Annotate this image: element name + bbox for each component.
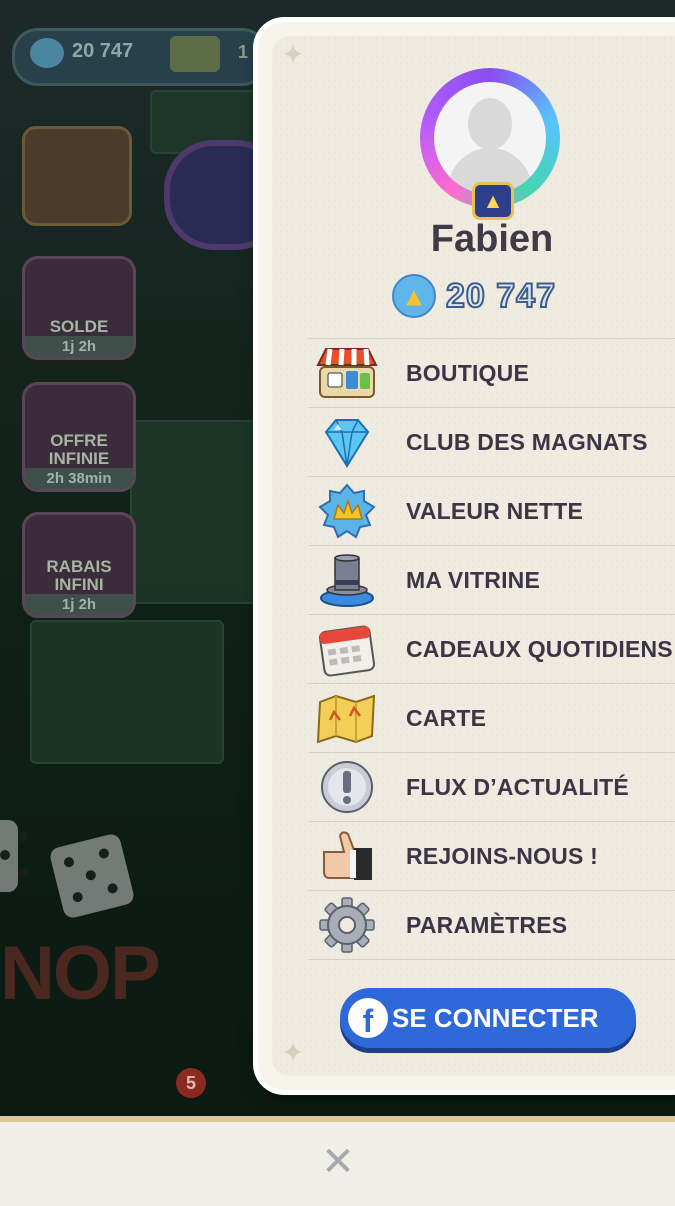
default-avatar-icon: [434, 82, 546, 194]
menu-item-settings[interactable]: PARAMÈTRES: [308, 890, 675, 960]
close-icon[interactable]: ✕: [318, 1140, 358, 1184]
menu-item-join-us[interactable]: REJOINS-NOUS !: [308, 821, 675, 890]
net-worth-value: 20 747: [445, 276, 556, 316]
net-worth-icon: ▲: [392, 274, 436, 318]
menu-label-tycoon-club: CLUB DES MAGNATS: [406, 429, 648, 455]
board-tile: [130, 420, 274, 604]
menu-list: BOUTIQUE CLUB DES MAGNATS VALEUR NETTE M…: [308, 338, 675, 960]
currency-value: 20 747: [72, 40, 134, 62]
menu-label-settings: PARAMÈTRES: [406, 912, 568, 938]
menu-label-daily-gifts: CADEAUX QUOTIDIENS: [406, 636, 673, 662]
menu-label-join-us: REJOINS-NOUS !: [406, 843, 598, 869]
menu-item-tycoon-club[interactable]: CLUB DES MAGNATS: [308, 407, 675, 476]
dice-count-partial: 1: [238, 42, 249, 62]
side-menu-body: ✦ ✦ ▲ Fabien ▲ 20 747 BOUTIQUE CLUB DES …: [272, 36, 675, 1076]
infinite-discount-timer: 1j 2h: [25, 594, 133, 615]
corner-ornament-icon: ✦: [281, 38, 305, 71]
menu-item-map[interactable]: CARTE: [308, 683, 675, 752]
board-tile: [30, 620, 224, 764]
menu-label-shop: BOUTIQUE: [406, 360, 529, 386]
menu-item-daily-gifts[interactable]: CADEAUX QUOTIDIENS: [308, 614, 675, 683]
sale-timer: 1j 2h: [25, 336, 133, 357]
side-menu-panel: ✦ ✦ ▲ Fabien ▲ 20 747 BOUTIQUE CLUB DES …: [258, 22, 675, 1090]
net-worth-display: ▲ 20 747: [392, 274, 556, 318]
infinite-discount-button[interactable]: RABAIS INFINI 1j 2h: [22, 512, 136, 618]
menu-label-showcase: MA VITRINE: [406, 567, 541, 593]
infinite-offer-button[interactable]: OFFRE INFINIE 2h 38min: [22, 382, 136, 492]
menu-item-news-feed[interactable]: FLUX D’ACTUALITÉ: [308, 752, 675, 821]
dice-box-icon: [170, 36, 220, 72]
game-logo-partial: NOP: [0, 931, 161, 1016]
sale-button[interactable]: SOLDE 1j 2h: [22, 256, 136, 360]
menu-label-news-feed: FLUX D’ACTUALITÉ: [406, 774, 629, 800]
top-hat-icon: [316, 552, 378, 608]
corner-ornament-icon: ✦: [281, 1036, 305, 1069]
menu-item-showcase[interactable]: MA VITRINE: [308, 545, 675, 614]
menu-label-net-worth: VALEUR NETTE: [406, 498, 584, 524]
facebook-connect-button[interactable]: f SE CONNECTER: [340, 988, 636, 1048]
shop-shortcut-button[interactable]: [22, 126, 132, 226]
thumbs-up-icon: [316, 828, 378, 884]
dice-icon: [0, 820, 18, 892]
infinite-offer-label: OFFRE INFINIE: [48, 431, 110, 468]
level-badge-icon: ▲: [472, 182, 514, 220]
infinite-offer-timer: 2h 38min: [25, 468, 133, 489]
player-name: Fabien: [430, 218, 554, 260]
sale-label: SOLDE: [49, 317, 109, 336]
facebook-connect-label: SE CONNECTER: [392, 1003, 599, 1033]
menu-item-shop[interactable]: BOUTIQUE: [308, 338, 675, 407]
alert-icon: [316, 759, 378, 815]
gear-icon: [316, 897, 378, 953]
net-worth-icon: [30, 38, 64, 68]
menu-item-net-worth[interactable]: VALEUR NETTE: [308, 476, 675, 545]
map-icon: [316, 690, 378, 746]
shop-icon: [316, 345, 378, 401]
calendar-icon: [316, 621, 378, 677]
diamond-icon: [316, 414, 378, 470]
notification-badge: 5: [176, 1068, 206, 1098]
facebook-icon: f: [348, 998, 388, 1039]
dice-icon: [48, 832, 136, 920]
infinite-discount-label: RABAIS INFINI: [46, 557, 112, 594]
net-worth-icon: [316, 483, 378, 539]
menu-label-map: CARTE: [406, 705, 487, 731]
avatar[interactable]: ▲: [420, 68, 560, 220]
